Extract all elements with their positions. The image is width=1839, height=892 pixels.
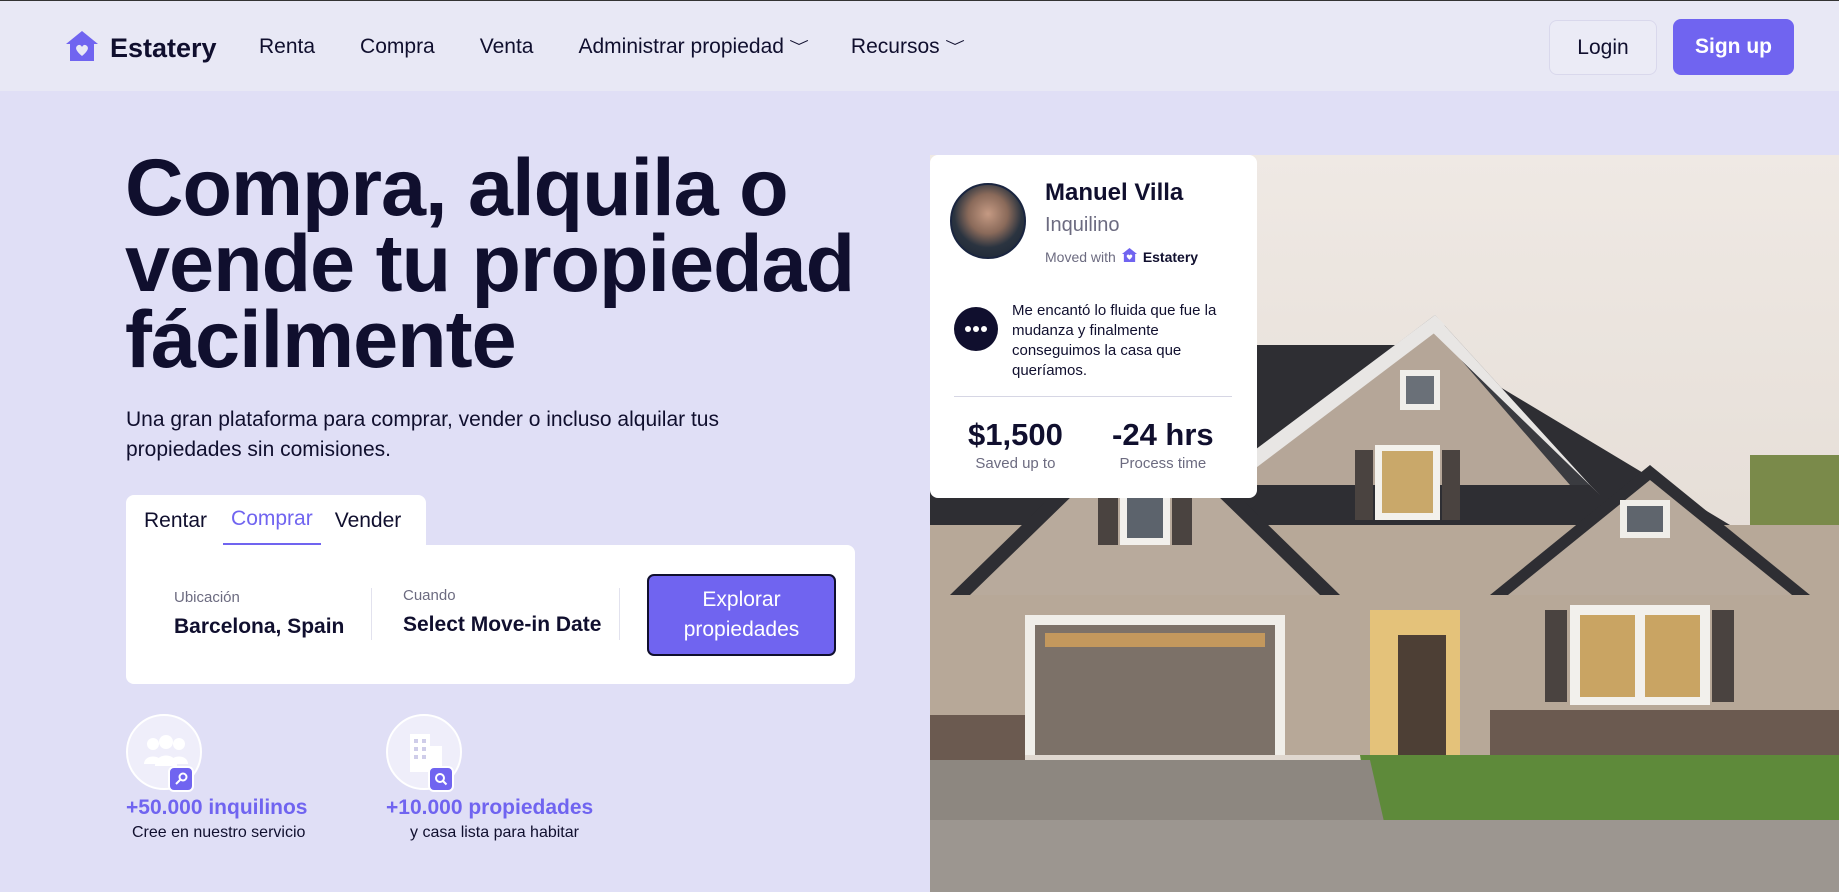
testimonial-role: Inquilino [1045, 214, 1120, 236]
location-field[interactable]: Ubicación Barcelona, Spain [174, 589, 344, 639]
stat-properties-subtitle: y casa lista para habitar [410, 824, 579, 841]
brand-logo[interactable]: Estatery [64, 29, 217, 68]
search-icon [428, 766, 454, 792]
stat-properties-circle [386, 714, 462, 792]
saved-label: Saved up to [975, 455, 1056, 472]
house-heart-icon [1121, 247, 1138, 266]
saved-stat: $1,500 Saved up to [968, 417, 1063, 472]
brand-name: Estatery [110, 33, 217, 63]
hero-title: Compra, alquila o vende tu propiedad fác… [125, 143, 855, 385]
search-tabs: Rentar Comprar Vender [126, 495, 426, 545]
chevron-down-icon: ﹀ [789, 39, 809, 55]
chevron-down-icon: ﹀ [944, 39, 965, 55]
when-value: Select Move-in Date [403, 613, 602, 636]
stat-tenants-title: +50.000 inquilinos [126, 796, 308, 819]
tab-comprar[interactable]: Comprar [223, 495, 321, 545]
testimonial-quote: Me encantó lo fluida que fue la mudanza … [1012, 302, 1217, 379]
testimonial-card: Manuel Villa Inquilino Moved with Estate… [930, 155, 1257, 498]
nav-recursos[interactable]: Recursos ﹀ [850, 35, 965, 59]
location-value: Barcelona, Spain [174, 615, 345, 638]
signup-button[interactable]: Sign up [1673, 19, 1794, 75]
avatar [950, 183, 1026, 259]
login-button[interactable]: Login [1549, 20, 1657, 75]
moved-with-brand: Estatery [1142, 248, 1199, 265]
nav-compra[interactable]: Compra [360, 35, 435, 59]
saved-value: $1,500 [968, 417, 1063, 452]
stat-tenants: +50.000 inquilinos Cree en nuestro servi… [126, 714, 307, 842]
moved-with: Moved with Estatery [1045, 247, 1198, 266]
process-label: Process time [1119, 455, 1207, 472]
nav-administrar-propiedad[interactable]: Administrar propiedad ﹀ [578, 35, 808, 59]
field-divider [619, 588, 620, 640]
key-icon [168, 766, 194, 792]
stat-properties: +10.000 propiedades y casa lista para ha… [386, 714, 593, 842]
testimonial-name: Manuel Villa [1045, 179, 1184, 206]
explore-button[interactable]: Explorar propiedades [647, 574, 836, 656]
nav-administrar-label: Administrar propiedad [578, 35, 784, 58]
stat-tenants-subtitle: Cree en nuestro servicio [132, 824, 306, 841]
tab-rentar[interactable]: Rentar [136, 495, 215, 545]
nav-venta[interactable]: Venta [480, 35, 534, 59]
house-heart-icon [64, 29, 100, 68]
tab-vender[interactable]: Vender [327, 495, 410, 545]
when-label: Cuando [403, 587, 456, 604]
nav-renta[interactable]: Renta [259, 35, 315, 59]
search-panel: Ubicación Barcelona, Spain Cuando Select… [126, 545, 855, 684]
card-divider [954, 396, 1232, 397]
process-stat: -24 hrs Process time [1112, 417, 1214, 472]
top-navbar: Estatery Renta Compra Venta Administrar … [0, 0, 1839, 91]
stat-tenants-circle [126, 714, 202, 792]
field-divider [371, 588, 372, 640]
location-label: Ubicación [174, 589, 240, 606]
chat-bubble-icon [954, 307, 998, 351]
move-in-date-field[interactable]: Cuando Select Move-in Date [403, 587, 601, 637]
process-value: -24 hrs [1112, 417, 1214, 452]
nav-recursos-label: Recursos [850, 35, 940, 58]
nav-links: Renta Compra Venta Administrar propiedad… [259, 35, 1007, 59]
hero-subtitle: Una gran plataforma para comprar, vender… [126, 408, 719, 461]
moved-with-label: Moved with [1045, 248, 1116, 265]
stat-properties-title: +10.000 propiedades [386, 796, 594, 819]
